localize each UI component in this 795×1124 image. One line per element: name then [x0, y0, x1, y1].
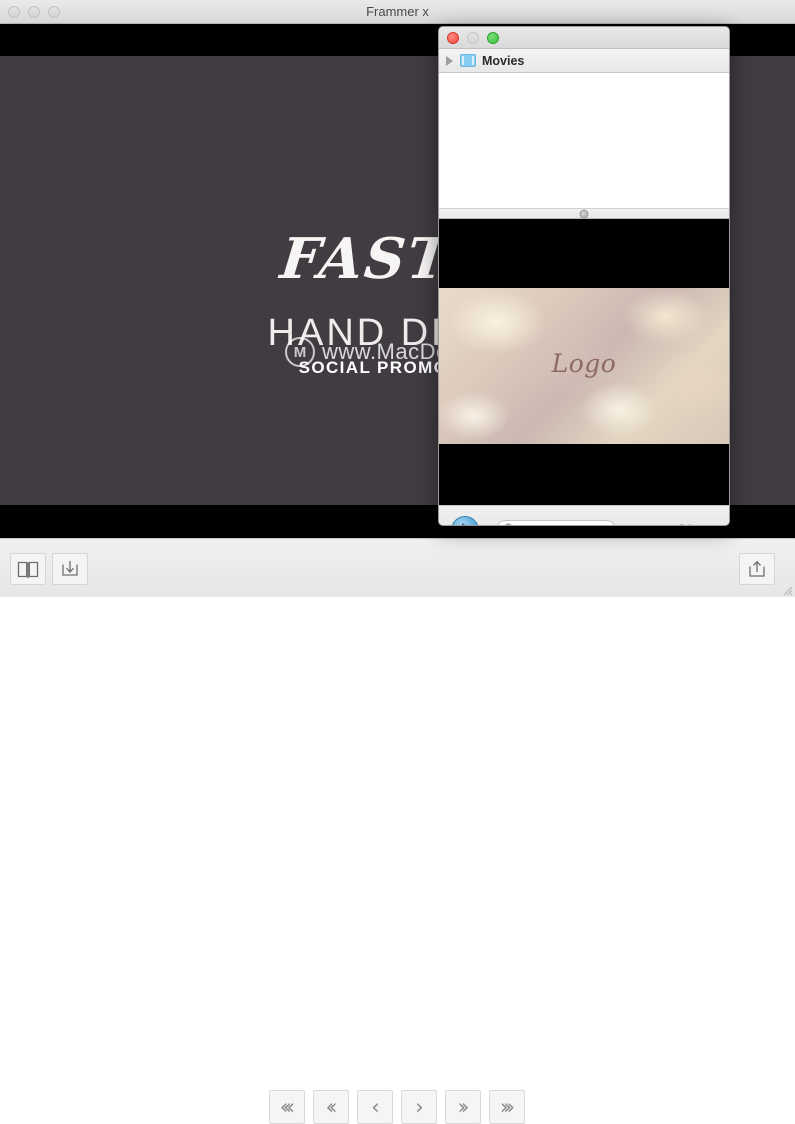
main-window-toolbar: ‹‹‹ ‹‹ ‹ › ›› ››› [0, 538, 795, 1124]
preview-pane: Logo [439, 219, 729, 505]
split-view-grip[interactable] [579, 209, 589, 218]
open-book-icon [17, 560, 39, 579]
nav-last-chapter-button[interactable]: ››› [489, 1090, 525, 1124]
movies-folder-icon [460, 54, 476, 67]
nav-first-chapter-button[interactable]: ‹‹‹ [269, 1090, 305, 1124]
import-download-icon [59, 559, 81, 579]
file-list-pane[interactable] [439, 73, 729, 208]
main-window-titlebar: Frammer x [0, 0, 795, 24]
chevron-double-right-icon: ›› [457, 1094, 470, 1119]
inner-close-button[interactable] [447, 32, 459, 44]
window-resize-grip[interactable] [781, 583, 793, 596]
nav-next-chapter-button[interactable]: ›› [445, 1090, 481, 1124]
chevron-right-icon: › [415, 1094, 424, 1119]
search-placeholder-text: Search [527, 523, 565, 526]
share-button[interactable] [739, 553, 775, 585]
nav-next-page-button[interactable]: › [401, 1090, 437, 1124]
nav-previous-page-button[interactable]: ‹ [357, 1090, 393, 1124]
library-button[interactable] [10, 553, 46, 585]
chevron-double-left-icon: ‹‹ [325, 1094, 338, 1119]
play-button[interactable] [451, 516, 479, 525]
search-input[interactable]: Search [496, 520, 616, 526]
main-application-window: Frammer x FAST F HAND DRAW SOCIAL PROMO·… [0, 0, 795, 1124]
inner-traffic-lights [447, 32, 499, 44]
inner-minimize-button[interactable] [467, 32, 479, 44]
main-window-title: Frammer x [366, 4, 429, 19]
item-count-label: 2 items [678, 522, 717, 525]
share-export-icon [746, 559, 768, 579]
inner-zoom-button[interactable] [487, 32, 499, 44]
chevron-triple-right-icon: ››› [499, 1094, 515, 1119]
preview-image: Logo [439, 288, 729, 444]
movies-finder-window[interactable]: Movies Logo Search [438, 26, 730, 526]
play-triangle-icon [461, 523, 473, 525]
movies-folder-label: Movies [482, 53, 525, 68]
preview-logo-text: Logo [551, 349, 617, 378]
chevron-right-icon[interactable] [446, 55, 453, 66]
inner-window-pathbar: Movies [439, 49, 729, 73]
nav-previous-chapter-button[interactable]: ‹‹ [313, 1090, 349, 1124]
import-button[interactable] [52, 553, 88, 585]
chevron-left-icon: ‹ [371, 1094, 380, 1119]
chevron-triple-left-icon: ‹‹‹ [279, 1094, 295, 1119]
search-icon [504, 521, 515, 525]
inner-window-toolbar: Search 2 items [439, 505, 729, 526]
inner-window-titlebar [439, 27, 729, 49]
split-view-divider[interactable] [439, 208, 729, 219]
